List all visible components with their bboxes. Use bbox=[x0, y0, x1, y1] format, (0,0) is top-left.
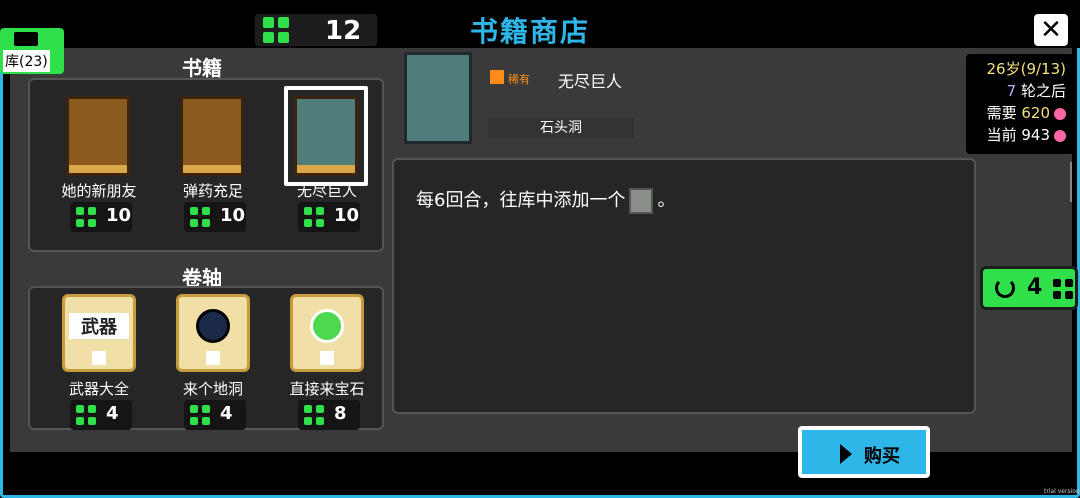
folder-icon bbox=[14, 32, 38, 46]
scroll-art-text: 武器 bbox=[69, 313, 129, 339]
refresh-button[interactable]: 4 bbox=[980, 266, 1078, 310]
scrolls-panel: 武器 武器大全 4 来个地洞 4 直接来宝石 8 bbox=[28, 286, 384, 430]
scroll-label: 来个地洞 bbox=[182, 380, 243, 398]
hole-icon bbox=[196, 309, 230, 343]
gem-icon bbox=[310, 309, 344, 343]
book-label: 弹药充足 bbox=[182, 182, 243, 200]
book-price: 10 bbox=[184, 202, 246, 232]
flower-icon bbox=[1054, 107, 1066, 120]
scroll-item[interactable]: 直接来宝石 8 bbox=[272, 278, 382, 448]
book-card-art bbox=[180, 96, 244, 176]
scroll-art bbox=[290, 294, 364, 372]
book-item[interactable]: 弹药充足 10 bbox=[158, 80, 268, 250]
scroll-price: 4 bbox=[70, 400, 132, 430]
book-price: 10 bbox=[70, 202, 132, 232]
books-panel: 她的新朋友 10 弹药充足 10 无尽巨人 10 bbox=[28, 78, 384, 252]
clover-icon bbox=[304, 207, 324, 227]
arrow-down-icon bbox=[206, 351, 220, 365]
detail-tag: 石头洞 bbox=[488, 118, 634, 138]
books-section-title: 书籍 bbox=[182, 56, 222, 80]
scroll-label: 武器大全 bbox=[68, 380, 129, 398]
book-card-art bbox=[294, 96, 358, 176]
scroll-item[interactable]: 来个地洞 4 bbox=[158, 278, 268, 448]
stone-golem-icon bbox=[629, 188, 654, 214]
clover-icon bbox=[76, 207, 96, 227]
shop-title: 书籍商店 bbox=[470, 15, 591, 48]
currency-value: 12 bbox=[325, 16, 362, 46]
deck-label: 库(23) bbox=[3, 50, 50, 72]
buy-button[interactable]: 购买 bbox=[798, 426, 930, 478]
book-item-selected[interactable]: 无尽巨人 10 bbox=[272, 80, 382, 250]
scroll-item[interactable]: 武器 武器大全 4 bbox=[44, 278, 154, 448]
refresh-icon bbox=[995, 278, 1015, 298]
currency-display: 12 bbox=[255, 14, 377, 46]
arrow-down-icon bbox=[320, 351, 334, 365]
side-divider bbox=[1070, 162, 1080, 202]
book-label: 无尽巨人 bbox=[296, 182, 357, 200]
description-box: 每6回合，往库中添加一个。 bbox=[392, 158, 976, 414]
close-button[interactable]: ✕ bbox=[1034, 14, 1068, 46]
current-text: 当前 943 bbox=[966, 124, 1066, 146]
clover-icon bbox=[190, 207, 210, 227]
description-text: 每6回合，往库中添加一个。 bbox=[416, 186, 675, 214]
clover-icon bbox=[76, 405, 96, 425]
detail-card-art bbox=[404, 52, 472, 144]
rounds-text: 7 轮之后 bbox=[1006, 82, 1066, 100]
deck-button[interactable]: 库(23) bbox=[0, 28, 64, 74]
scroll-art: 武器 bbox=[62, 294, 136, 372]
book-label: 她的新朋友 bbox=[61, 182, 137, 200]
detail-name: 无尽巨人 bbox=[558, 72, 623, 91]
scroll-price: 4 bbox=[184, 400, 246, 430]
arrow-down-icon bbox=[92, 351, 106, 365]
scroll-art bbox=[176, 294, 250, 372]
close-icon: ✕ bbox=[1040, 15, 1062, 45]
cursor-icon bbox=[840, 444, 852, 464]
book-price: 10 bbox=[298, 202, 360, 232]
rarity-label: 稀有 bbox=[508, 73, 530, 86]
scroll-price: 8 bbox=[298, 400, 360, 430]
age-text: 26岁(9/13) bbox=[986, 60, 1066, 78]
clover-icon bbox=[190, 405, 210, 425]
flower-icon bbox=[1054, 129, 1066, 142]
clover-icon bbox=[304, 405, 324, 425]
clover-icon bbox=[1053, 279, 1073, 299]
scroll-label: 直接来宝石 bbox=[289, 380, 365, 398]
refresh-cost: 4 bbox=[1027, 275, 1043, 300]
clover-icon bbox=[263, 17, 289, 43]
buy-label: 购买 bbox=[864, 446, 900, 467]
book-card-art bbox=[66, 96, 130, 176]
book-item[interactable]: 她的新朋友 10 bbox=[44, 80, 154, 250]
watermark: trial version bbox=[1044, 488, 1080, 495]
rarity-icon bbox=[490, 70, 504, 84]
need-text: 需要 620 bbox=[966, 102, 1066, 124]
status-info: 26岁(9/13) 7 轮之后 需要 620 当前 943 bbox=[966, 54, 1074, 154]
